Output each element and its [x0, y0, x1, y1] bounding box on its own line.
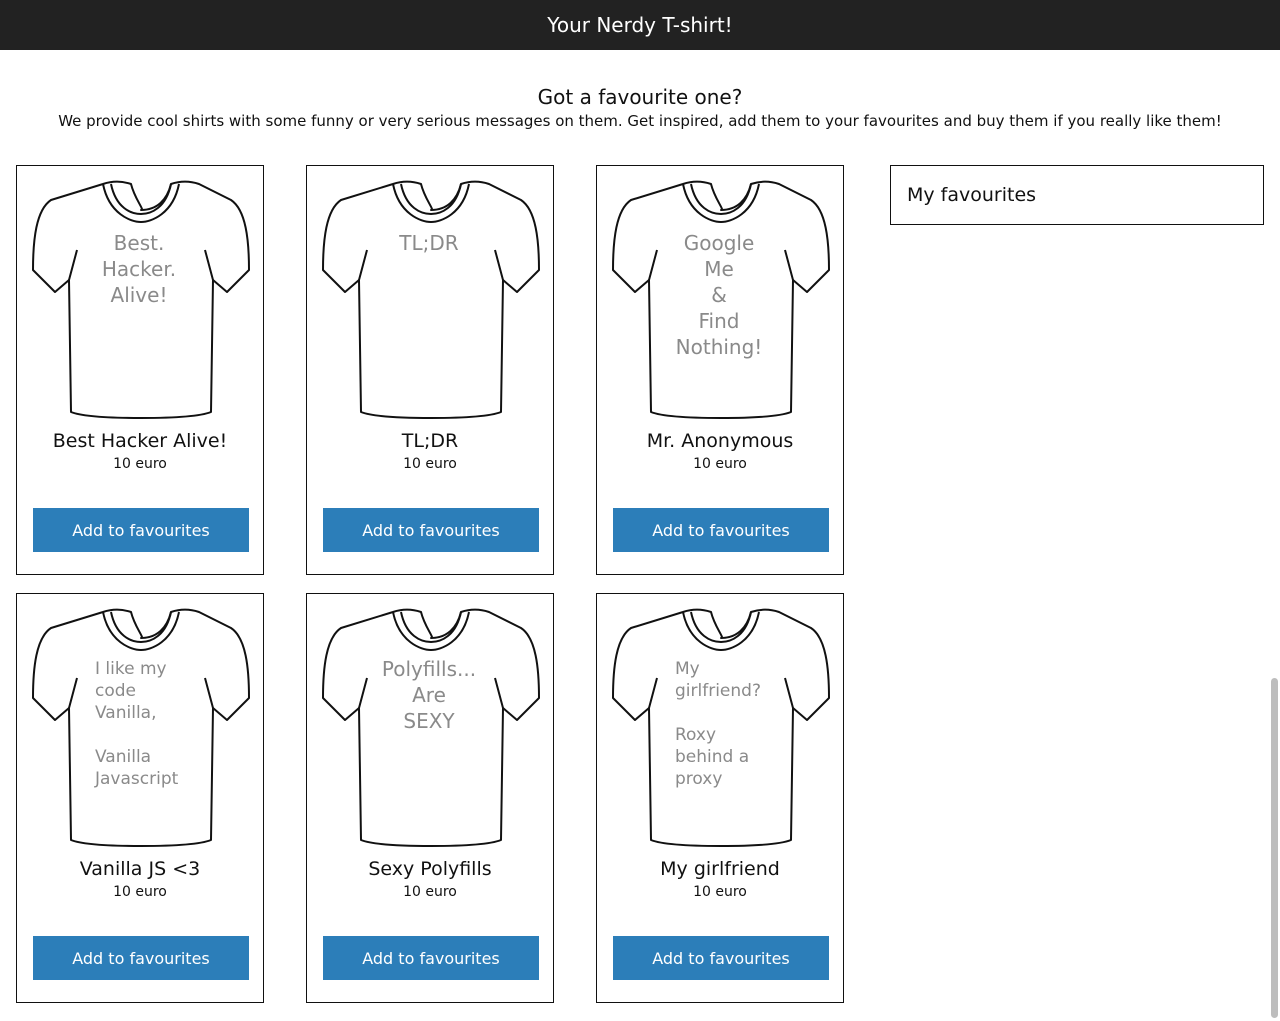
shirt-print-text: Polyfills...AreSEXY [382, 657, 476, 733]
product-name: Mr. Anonymous [646, 430, 794, 452]
shirt-print-line: behind a [675, 747, 749, 767]
add-to-favourites-button[interactable]: Add to favourites [33, 936, 249, 980]
shirt-print-line: My [675, 659, 700, 679]
product-card: TL;DR TL;DR 10 euro Add to favourites [306, 165, 554, 575]
add-to-favourites-button[interactable]: Add to favourites [613, 508, 829, 552]
shirt-print-line: Javascript [94, 769, 179, 789]
product-price: 10 euro [403, 456, 457, 472]
shirt-print-text: Mygirlfriend? Roxybehind aproxy [675, 659, 761, 789]
shirt-print-line: code [95, 681, 136, 701]
favourites-title: My favourites [907, 184, 1037, 206]
product-price: 10 euro [693, 456, 747, 472]
product-price: 10 euro [113, 456, 167, 472]
product-name: Best Hacker Alive! [52, 430, 228, 452]
tshirt-icon: I like mycodeVanilla, VanillaJavascript [32, 608, 250, 847]
product-card: Google Me & Find Nothing! Mr. Anonymous 10 e… [596, 165, 844, 575]
product-price: 10 euro [113, 884, 167, 900]
favourites-panel: My favourites [890, 165, 1264, 225]
shirt-print-line: Nothing! [676, 335, 763, 359]
shirt-print-text: I like mycodeVanilla, VanillaJavascript [94, 659, 179, 789]
shirt-print-line: Best. [114, 231, 165, 255]
shirt-print-line: Hacker. [102, 257, 176, 281]
add-to-favourites-button[interactable]: Add to favourites [613, 936, 829, 980]
intro-text: We provide cool shirts with some funny o… [58, 112, 1222, 130]
shirt-print-line: Roxy [675, 725, 716, 745]
product-name: My girlfriend [660, 858, 780, 880]
product-name: Sexy Polyfills [368, 858, 492, 880]
shirt-print-line: proxy [675, 769, 722, 789]
scrollbar-thumb[interactable] [1271, 678, 1278, 1018]
product-card: Best. Hacker. Alive! Best Hacker Alive! 10… [16, 165, 264, 575]
intro: Got a favourite one? We provide cool shi… [0, 84, 1280, 132]
shirt-print-text: TL;DR [398, 231, 458, 255]
shirt-print-line: Vanilla [95, 747, 151, 767]
shirt-print-line: I like my [95, 659, 167, 679]
top-bar: Your Nerdy T-shirt! [0, 0, 1280, 50]
tshirt-icon: GoogleMe&FindNothing! [612, 180, 830, 419]
shirt-print-text: Best.Hacker.Alive! [102, 231, 176, 307]
product-name: Vanilla JS <3 [79, 858, 201, 880]
add-to-favourites-button[interactable]: Add to favourites [323, 508, 539, 552]
product-card: Polyfills... Are SEXY Sexy Polyfills 10 eu… [306, 593, 554, 1003]
shirt-print-line: TL;DR [398, 231, 458, 255]
shirt-print-text: GoogleMe&FindNothing! [676, 231, 763, 359]
shirt-print-line: Are [412, 683, 446, 707]
shirt-print-line: Find [699, 309, 740, 333]
add-to-favourites-button[interactable]: Add to favourites [323, 936, 539, 980]
product-name: TL;DR [401, 430, 459, 452]
intro-heading: Got a favourite one? [537, 85, 743, 109]
shirt-print-line: Google [684, 231, 755, 255]
site-title: Your Nerdy T-shirt! [547, 13, 733, 37]
shirt-print-line: Polyfills... [382, 657, 476, 681]
tshirt-icon: TL;DR [322, 180, 540, 419]
shirt-print-line: Alive! [111, 283, 168, 307]
product-price: 10 euro [403, 884, 457, 900]
product-card: I like my code Vanilla, Vanilla Javascript V… [16, 593, 264, 1003]
product-price: 10 euro [693, 884, 747, 900]
shirt-print-line: Me [704, 257, 734, 281]
add-to-favourites-button[interactable]: Add to favourites [33, 508, 249, 552]
shirt-print-line: SEXY [403, 709, 455, 733]
shirt-print-line: Vanilla, [95, 703, 157, 723]
tshirt-icon: Mygirlfriend? Roxybehind aproxy [612, 608, 830, 847]
product-card: My girlfriend? Roxy behind a proxy My girlfr… [596, 593, 844, 1003]
shirt-print-line: & [711, 283, 727, 307]
tshirt-icon: Polyfills...AreSEXY [322, 608, 540, 847]
tshirt-icon: Best.Hacker.Alive! [32, 180, 250, 419]
shirt-print-line: girlfriend? [675, 681, 761, 701]
